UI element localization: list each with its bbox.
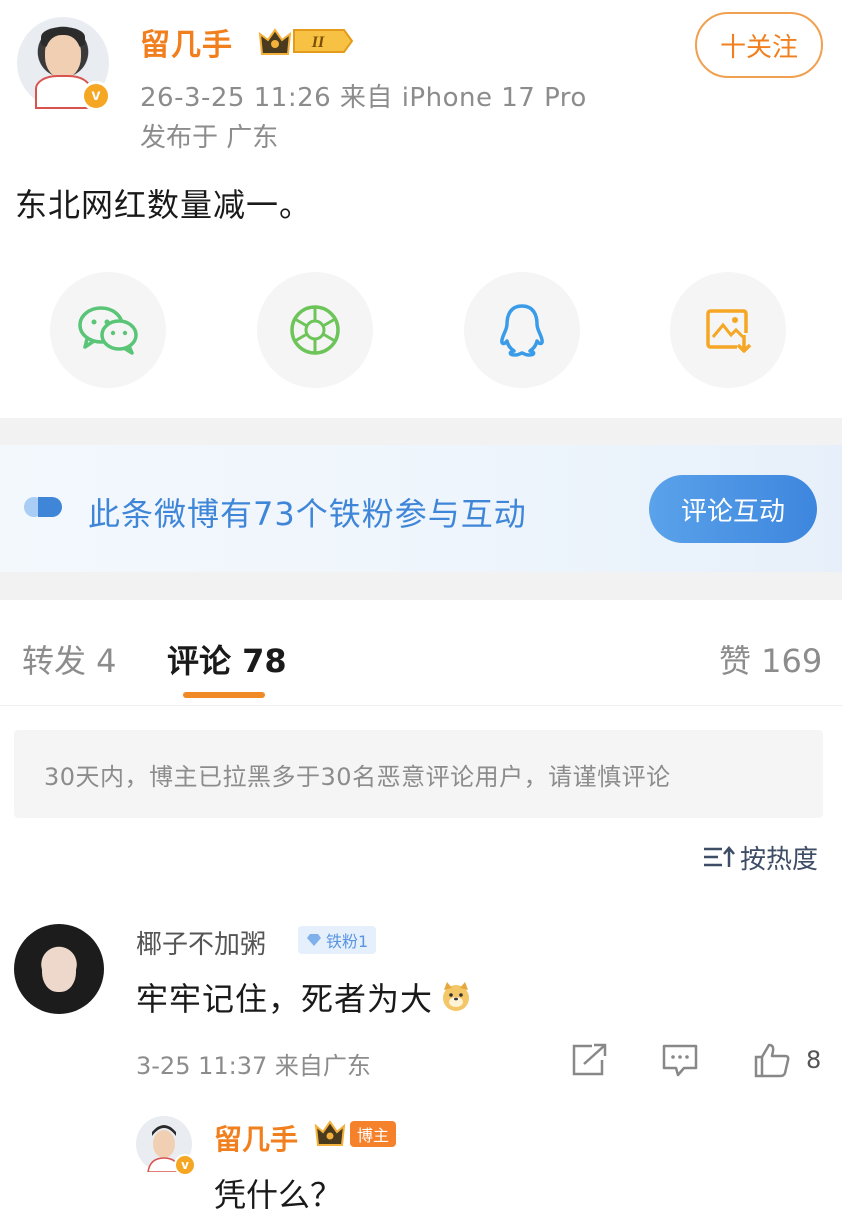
- post-time-source: 26-3-25 11:26 来自 iPhone 17 Pro: [140, 83, 587, 113]
- author-name[interactable]: 留几手: [140, 20, 233, 64]
- comment-interact-button[interactable]: 评论互动: [649, 475, 817, 543]
- fans-interaction-banner: 此条微博有73个铁粉参与互动 评论互动: [0, 445, 842, 572]
- tab-comments[interactable]: 评论 78: [167, 636, 287, 682]
- comment-icon[interactable]: [660, 1042, 700, 1078]
- avatar-face: [42, 948, 76, 992]
- verified-badge-icon: v: [174, 1154, 196, 1176]
- post-location: 发布于 广东: [140, 123, 279, 153]
- active-tab-indicator: [183, 692, 265, 698]
- comment-text: 牢牢记住，死者为大: [136, 974, 473, 1020]
- qq-icon: [500, 304, 544, 357]
- comment-meta: 3-25 11:37 来自广东: [136, 1052, 371, 1080]
- fan-badge-label: 铁粉1: [326, 932, 369, 951]
- wechat-icon: [78, 306, 138, 355]
- verified-badge-icon: v: [81, 81, 111, 111]
- save-image-icon: [706, 309, 752, 353]
- tab-repost[interactable]: 转发 4: [22, 636, 117, 682]
- share-row: [0, 272, 842, 390]
- crown-level-icon[interactable]: [314, 1118, 352, 1148]
- share-qq-button[interactable]: [464, 272, 580, 388]
- section-divider: [0, 572, 842, 600]
- post-header: v 留几手 II 26-3-25 11:26 来自 iPhone 17 Pro …: [0, 0, 842, 160]
- post-body-text: 东北网红数量减一。: [15, 186, 313, 224]
- share-wechat-button[interactable]: [50, 272, 166, 388]
- commenter-name[interactable]: 椰子不加粥: [136, 924, 266, 961]
- doge-emoji-icon: [443, 982, 470, 1011]
- reply-author-name[interactable]: 留几手: [214, 1118, 298, 1158]
- moments-icon: [290, 305, 340, 355]
- host-badge: 博主: [350, 1121, 397, 1147]
- sort-icon: [704, 846, 735, 867]
- share-moments-button[interactable]: [257, 272, 373, 388]
- diamond-icon: [307, 934, 321, 946]
- reply-author-avatar[interactable]: v: [136, 1116, 196, 1176]
- comment-text-content: 牢牢记住，死者为大: [136, 980, 434, 1018]
- avatar-face: [45, 35, 81, 79]
- commenter-avatar[interactable]: [14, 924, 104, 1014]
- repost-icon[interactable]: [570, 1042, 610, 1078]
- blocked-users-notice: 30天内，博主已拉黑多于30名恶意评论用户，请谨慎评论: [14, 730, 823, 818]
- section-divider: [0, 418, 842, 445]
- author-avatar[interactable]: v: [17, 17, 111, 111]
- tab-likes[interactable]: 赞 169: [719, 636, 822, 682]
- post-tabs: 转发 4 评论 78 赞 169: [0, 600, 842, 706]
- reply-text: 凭什么？: [214, 1176, 343, 1213]
- follow-button[interactable]: 十关注: [695, 12, 823, 78]
- fans-interaction-text[interactable]: 此条微博有73个铁粉参与互动: [88, 489, 527, 535]
- like-count: 8: [806, 1046, 822, 1074]
- save-image-button[interactable]: [670, 272, 786, 388]
- fan-level-badge[interactable]: 铁粉1: [298, 926, 377, 954]
- crown-level-icon[interactable]: II: [258, 24, 354, 58]
- svg-text:II: II: [311, 34, 325, 51]
- fans-pill-icon: [24, 497, 62, 517]
- like-thumb-icon[interactable]: [752, 1042, 792, 1078]
- sort-by-hot-button[interactable]: 按热度: [702, 840, 819, 875]
- sort-label: 按热度: [740, 844, 819, 875]
